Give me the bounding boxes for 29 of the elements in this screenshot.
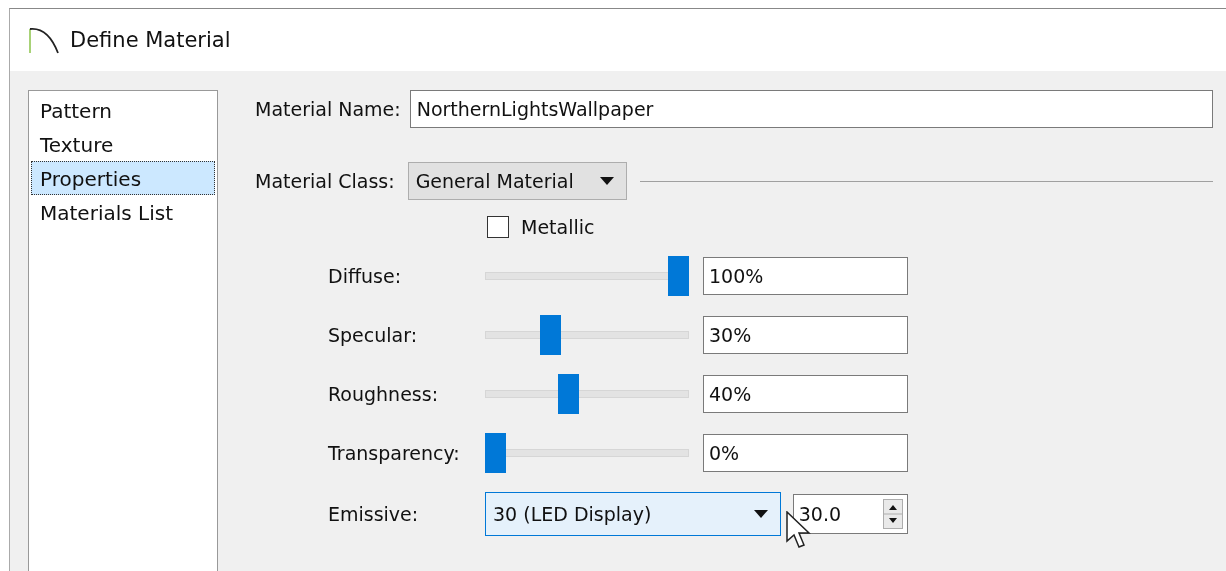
category-item[interactable]: Properties	[31, 161, 215, 195]
slider-thumb[interactable]	[558, 374, 580, 414]
value-field[interactable]: 30%	[703, 316, 908, 354]
checkbox-label: Metallic	[521, 216, 595, 238]
category-item[interactable]: Texture	[31, 127, 215, 161]
material-class-dropdown[interactable]: General Material	[407, 162, 627, 200]
slider-thumb[interactable]	[485, 433, 506, 473]
caret-icon	[599, 177, 614, 185]
value-field[interactable]: 100%	[703, 257, 908, 295]
slider-thumb[interactable]	[668, 256, 689, 296]
emissive-number-field[interactable]: 30.0	[792, 494, 908, 534]
metallic-checkbox[interactable]	[487, 216, 509, 238]
slider-thumb[interactable]	[539, 315, 561, 355]
spinner-icon[interactable]	[883, 499, 903, 529]
category-item[interactable]: Pattern	[31, 93, 215, 127]
value-field[interactable]: 40%	[703, 375, 908, 413]
field-label: Material Class:	[255, 170, 395, 192]
field-label: Material Name:	[255, 98, 401, 120]
slider-label: Specular:	[328, 324, 419, 346]
category-item[interactable]: Materials List	[31, 195, 215, 229]
value-field[interactable]: 0%	[703, 434, 908, 472]
slider-label: Roughness:	[328, 383, 440, 405]
window-title: Define Material	[70, 28, 231, 52]
arch-icon	[28, 25, 60, 55]
slider-label: Diffuse:	[328, 265, 403, 287]
material-name-field[interactable]: NorthernLightsWallpaper	[409, 90, 1213, 128]
slider-label: Transparency:	[328, 442, 461, 464]
slider-label: Emissive:	[328, 503, 420, 525]
caret-icon	[753, 510, 768, 518]
